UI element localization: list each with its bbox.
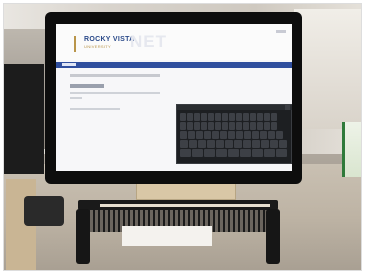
keyboard-key[interactable]	[252, 131, 259, 139]
keyboard-key[interactable]	[264, 113, 270, 121]
site-header: ROCKY VISTA UNIVERSITY NET	[56, 24, 292, 60]
keyboard-key[interactable]	[208, 122, 214, 130]
text-line	[70, 97, 82, 99]
keyboard-key[interactable]	[215, 122, 221, 130]
keyboard-key[interactable]	[189, 140, 197, 148]
keyboard-key[interactable]	[264, 122, 270, 130]
keyboard-key[interactable]	[261, 140, 269, 148]
pen	[100, 204, 270, 207]
keyboard-key[interactable]	[270, 140, 278, 148]
keyboard-key[interactable]	[243, 122, 249, 130]
keyboard-key[interactable]	[222, 113, 228, 121]
keyboard-row	[180, 113, 290, 121]
keyboard-key[interactable]	[229, 113, 235, 121]
keyboard-row	[180, 122, 290, 130]
keyboard-key[interactable]	[228, 131, 235, 139]
keyboard-key[interactable]	[215, 113, 221, 121]
keyboard-key[interactable]	[180, 140, 188, 148]
keyboard-key[interactable]	[201, 113, 207, 121]
stand-leg-right	[266, 209, 280, 264]
keyboard-key[interactable]	[222, 122, 228, 130]
keyboard-key[interactable]	[252, 140, 260, 148]
logo-name: ROCKY VISTA	[84, 36, 135, 43]
keyboard-key[interactable]	[207, 140, 215, 148]
university-logo-icon	[74, 36, 82, 52]
keyboard-key[interactable]	[188, 131, 195, 139]
paper-sheet	[122, 226, 212, 246]
keyboard-key[interactable]	[201, 122, 207, 130]
keyboard-key[interactable]	[276, 149, 287, 157]
keyboard-key[interactable]	[244, 131, 251, 139]
left-monitor-edge	[4, 64, 44, 174]
keyboard-key[interactable]	[234, 140, 242, 148]
keyboard-key[interactable]	[243, 113, 249, 121]
keyboard-key[interactable]	[250, 122, 256, 130]
keyboard-key[interactable]	[236, 113, 242, 121]
keyboard-key[interactable]	[192, 149, 203, 157]
keyboard-key[interactable]	[260, 131, 267, 139]
keyboard-key[interactable]	[198, 140, 206, 148]
keyboard-row	[180, 149, 290, 157]
breadcrumb[interactable]	[70, 74, 160, 77]
keyboard-key[interactable]	[194, 113, 200, 121]
keyboard-row	[180, 131, 290, 139]
keyboard-key[interactable]	[208, 113, 214, 121]
keyboard-key[interactable]	[229, 122, 235, 130]
keyboard-key[interactable]	[236, 131, 243, 139]
keyboard-key[interactable]	[212, 131, 219, 139]
keyboard-key[interactable]	[204, 131, 211, 139]
keyboard-key[interactable]	[216, 140, 224, 148]
keyboard-key[interactable]	[250, 113, 256, 121]
keyboard-key[interactable]	[271, 113, 277, 121]
keyboard-key[interactable]	[236, 122, 242, 130]
on-screen-keyboard[interactable]	[176, 104, 292, 164]
nav-bar[interactable]	[56, 62, 292, 68]
keyboard-key[interactable]	[240, 149, 251, 157]
keyboard-key[interactable]	[243, 140, 251, 148]
keyboard-key[interactable]	[228, 149, 239, 157]
keyboard-key[interactable]	[180, 122, 186, 130]
keyboard-row	[180, 140, 290, 148]
green-cup	[342, 122, 361, 177]
keyboard-key[interactable]	[194, 122, 200, 130]
keyboard-key[interactable]	[180, 113, 186, 121]
text-line	[70, 92, 160, 94]
header-link[interactable]	[276, 30, 286, 33]
keyboard-key[interactable]	[271, 122, 277, 130]
keyboard-key[interactable]	[252, 149, 263, 157]
keyboard-key[interactable]	[216, 149, 227, 157]
keyboard-key[interactable]	[187, 122, 193, 130]
keyboard-key[interactable]	[225, 140, 233, 148]
keyboard-key[interactable]	[257, 113, 263, 121]
keyboard-key[interactable]	[187, 113, 193, 121]
keyboard-titlebar[interactable]	[177, 105, 292, 110]
keyboard-key[interactable]	[180, 131, 187, 139]
keyboard-key[interactable]	[264, 149, 275, 157]
logo-suffix: NET	[130, 32, 167, 51]
logo-subtitle: UNIVERSITY	[84, 44, 112, 49]
keyboard-key[interactable]	[276, 131, 283, 139]
keyboard-key[interactable]	[279, 140, 287, 148]
keyboard-key[interactable]	[257, 122, 263, 130]
keyboard-key[interactable]	[220, 131, 227, 139]
keyboard-key[interactable]	[268, 131, 275, 139]
close-icon[interactable]	[285, 105, 290, 110]
nav-item[interactable]	[62, 63, 76, 66]
text-line	[70, 108, 120, 110]
keyboard-key[interactable]	[204, 149, 215, 157]
stand-leg-left	[76, 209, 90, 264]
monitor-screen[interactable]: ROCKY VISTA UNIVERSITY NET	[56, 24, 292, 171]
keyboard-key[interactable]	[196, 131, 203, 139]
page-title	[70, 84, 104, 88]
keyboard-key[interactable]	[180, 149, 191, 157]
keyboard-keys[interactable]	[180, 113, 290, 158]
photo-frame: ROCKY VISTA UNIVERSITY NET	[3, 3, 362, 271]
background-window	[294, 9, 361, 129]
desk-device	[24, 196, 64, 226]
